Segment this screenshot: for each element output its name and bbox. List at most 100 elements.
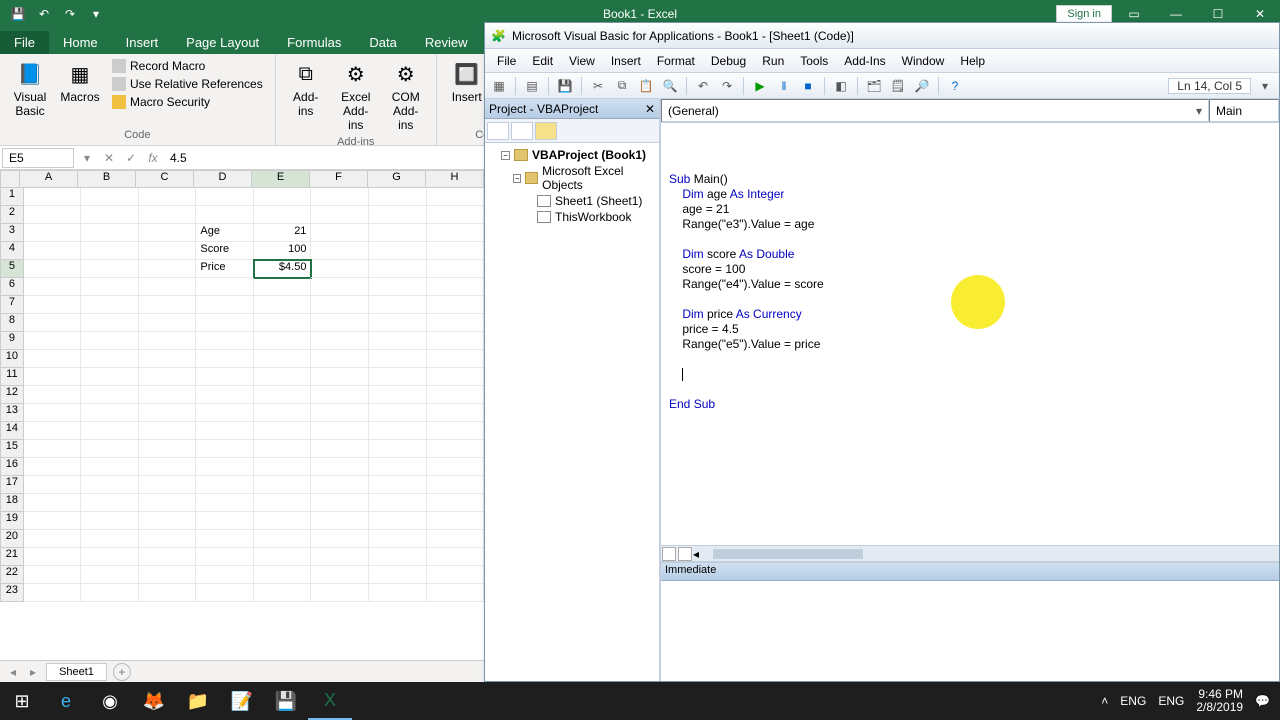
collapse-icon[interactable]: −: [513, 174, 521, 183]
row-header[interactable]: 10: [0, 350, 24, 368]
cell-A15[interactable]: [24, 440, 82, 458]
code-line[interactable]: age = 21: [669, 202, 1271, 217]
cell-C21[interactable]: [139, 548, 197, 566]
cell-E5[interactable]: $4.50: [254, 260, 312, 278]
cell-F2[interactable]: [311, 206, 369, 224]
cell-F6[interactable]: [311, 278, 369, 296]
cell-C2[interactable]: [139, 206, 197, 224]
cell-C10[interactable]: [139, 350, 197, 368]
keyboard-layout[interactable]: ENG: [1158, 694, 1184, 708]
vbe-menu-window[interactable]: Window: [894, 52, 953, 70]
cell-C13[interactable]: [139, 404, 197, 422]
cell-B10[interactable]: [81, 350, 139, 368]
col-header-G[interactable]: G: [368, 170, 426, 188]
cell-H10[interactable]: [427, 350, 485, 368]
undo-icon[interactable]: ↶: [34, 4, 54, 24]
tree-item-thisworkbook[interactable]: ThisWorkbook: [489, 209, 655, 225]
insert-module-icon[interactable]: ▤: [522, 76, 542, 96]
object-browser-icon[interactable]: 🔎: [912, 76, 932, 96]
code-line[interactable]: Sub Main(): [669, 172, 1271, 187]
code-line[interactable]: Range("e3").Value = age: [669, 217, 1271, 232]
cell-F11[interactable]: [311, 368, 369, 386]
tab-formulas[interactable]: Formulas: [273, 31, 355, 54]
cell-A3[interactable]: [24, 224, 82, 242]
addins-button[interactable]: ⧉Add-ins: [284, 58, 328, 120]
tab-file[interactable]: File: [0, 31, 49, 54]
toolbar-dropdown-icon[interactable]: ▾: [1255, 76, 1275, 96]
cell-C15[interactable]: [139, 440, 197, 458]
col-header-E[interactable]: E: [252, 170, 310, 188]
cell-D14[interactable]: [196, 422, 254, 440]
tree-item-sheet1[interactable]: Sheet1 (Sheet1): [489, 193, 655, 209]
cell-H14[interactable]: [427, 422, 485, 440]
cell-F9[interactable]: [311, 332, 369, 350]
cell-D8[interactable]: [196, 314, 254, 332]
cell-B6[interactable]: [81, 278, 139, 296]
cell-A21[interactable]: [24, 548, 82, 566]
vbe-menu-view[interactable]: View: [561, 52, 603, 70]
project-explorer-icon[interactable]: 🗂: [864, 76, 884, 96]
cell-E16[interactable]: [254, 458, 312, 476]
cell-E15[interactable]: [254, 440, 312, 458]
cell-E17[interactable]: [254, 476, 312, 494]
cell-G5[interactable]: [369, 260, 427, 278]
row-header[interactable]: 19: [0, 512, 24, 530]
cell-C4[interactable]: [139, 242, 197, 260]
cell-H16[interactable]: [427, 458, 485, 476]
cell-B4[interactable]: [81, 242, 139, 260]
vbe-menu-help[interactable]: Help: [952, 52, 993, 70]
cell-F21[interactable]: [311, 548, 369, 566]
cell-F22[interactable]: [311, 566, 369, 584]
cell-G18[interactable]: [369, 494, 427, 512]
view-excel-icon[interactable]: ▦: [489, 76, 509, 96]
row-header[interactable]: 18: [0, 494, 24, 512]
code-line[interactable]: Dim score As Double: [669, 247, 1271, 262]
cell-B7[interactable]: [81, 296, 139, 314]
project-explorer-title[interactable]: Project - VBAProject ✕: [485, 99, 659, 119]
cell-B13[interactable]: [81, 404, 139, 422]
cut-icon[interactable]: ✂: [588, 76, 608, 96]
immediate-input[interactable]: [661, 581, 1279, 681]
cell-H19[interactable]: [427, 512, 485, 530]
cell-G12[interactable]: [369, 386, 427, 404]
scroll-left-icon[interactable]: ◂: [693, 547, 699, 561]
excel-addins-button[interactable]: ⚙Excel Add-ins: [334, 58, 378, 134]
vbe-menu-addins[interactable]: Add-Ins: [836, 52, 893, 70]
find-icon[interactable]: 🔍: [660, 76, 680, 96]
cell-H23[interactable]: [427, 584, 485, 602]
clock[interactable]: 9:46 PM 2/8/2019: [1196, 688, 1243, 714]
help-icon[interactable]: ?: [945, 76, 965, 96]
notepadpp-icon[interactable]: 📝: [220, 682, 264, 720]
row-header[interactable]: 9: [0, 332, 24, 350]
cell-B5[interactable]: [81, 260, 139, 278]
col-header-C[interactable]: C: [136, 170, 194, 188]
cell-E3[interactable]: 21: [254, 224, 312, 242]
code-line[interactable]: [669, 367, 1271, 382]
cell-G14[interactable]: [369, 422, 427, 440]
cell-A6[interactable]: [24, 278, 82, 296]
vbe-menu-file[interactable]: File: [489, 52, 524, 70]
cell-G2[interactable]: [369, 206, 427, 224]
paste-icon[interactable]: 📋: [636, 76, 656, 96]
cell-E2[interactable]: [254, 206, 312, 224]
cell-H5[interactable]: [427, 260, 485, 278]
cell-D19[interactable]: [196, 512, 254, 530]
cell-C22[interactable]: [139, 566, 197, 584]
cell-G15[interactable]: [369, 440, 427, 458]
cell-D16[interactable]: [196, 458, 254, 476]
scroll-thumb[interactable]: [713, 549, 863, 559]
cell-D10[interactable]: [196, 350, 254, 368]
code-line[interactable]: Range("e4").Value = score: [669, 277, 1271, 292]
code-h-scrollbar[interactable]: ◂: [661, 545, 1279, 561]
cell-H12[interactable]: [427, 386, 485, 404]
row-header[interactable]: 14: [0, 422, 24, 440]
cell-E1[interactable]: [254, 188, 312, 206]
cell-G8[interactable]: [369, 314, 427, 332]
cell-G3[interactable]: [369, 224, 427, 242]
visual-basic-button[interactable]: 📘Visual Basic: [8, 58, 52, 120]
name-box[interactable]: E5: [2, 148, 74, 168]
fx-icon[interactable]: fx: [142, 151, 164, 165]
cell-A7[interactable]: [24, 296, 82, 314]
cell-H13[interactable]: [427, 404, 485, 422]
cell-E9[interactable]: [254, 332, 312, 350]
